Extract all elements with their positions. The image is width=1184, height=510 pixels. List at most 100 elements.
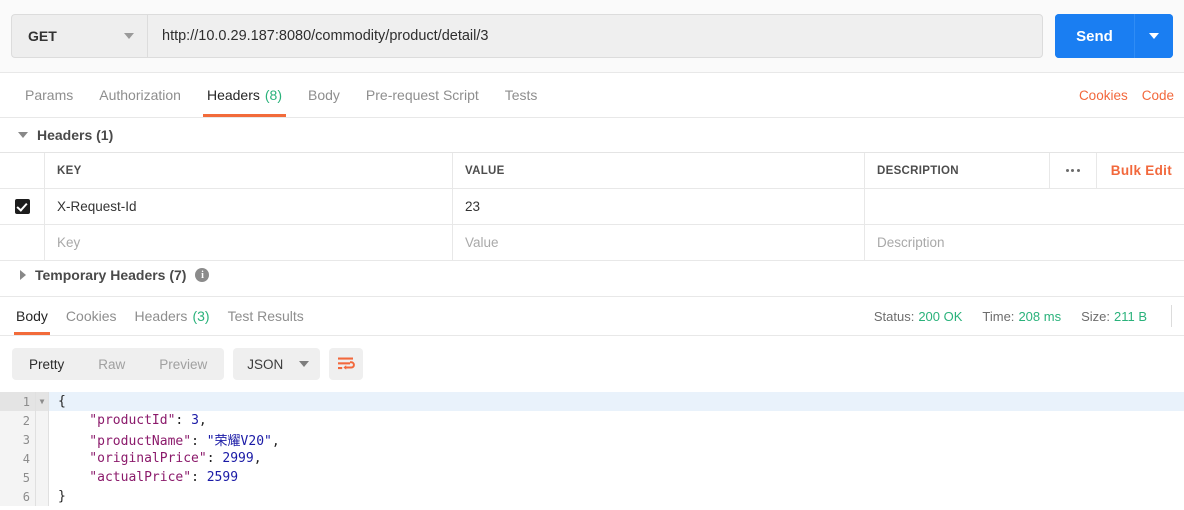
new-key-input[interactable]: Key xyxy=(45,225,453,260)
chevron-down-icon xyxy=(124,33,134,39)
new-value-input[interactable]: Value xyxy=(453,225,865,260)
view-mode-raw[interactable]: Raw xyxy=(81,348,142,380)
triangle-down-icon xyxy=(18,132,28,138)
code-link[interactable]: Code xyxy=(1142,88,1174,103)
tab-body[interactable]: Body xyxy=(295,73,353,117)
tab-tests[interactable]: Tests xyxy=(492,73,551,117)
request-url-value: http://10.0.29.187:8080/commodity/produc… xyxy=(162,28,489,44)
response-tab-test-results[interactable]: Test Results xyxy=(219,297,313,335)
fold-toggle-icon[interactable]: ▼ xyxy=(36,392,49,411)
row-value-input[interactable]: 23 xyxy=(453,189,865,224)
tab-label: Test Results xyxy=(227,308,304,324)
response-tab-bar: Body Cookies Headers (3) Test Results St… xyxy=(0,296,1184,336)
response-tab-cookies[interactable]: Cookies xyxy=(57,297,126,335)
fold-spacer xyxy=(36,468,49,487)
temporary-headers-title: Temporary Headers (7) xyxy=(35,267,187,283)
info-icon[interactable]: i xyxy=(195,268,210,282)
line-number: 2 xyxy=(0,411,36,430)
code-token: , xyxy=(253,451,262,466)
fold-spacer xyxy=(36,449,49,468)
view-mode-preview[interactable]: Preview xyxy=(142,348,224,380)
status-value: 200 OK xyxy=(918,308,963,324)
new-description-input[interactable]: Description xyxy=(865,225,1184,260)
send-button-group: Send xyxy=(1055,14,1173,58)
fold-spacer xyxy=(36,430,49,449)
response-tab-list: Body Cookies Headers (3) Test Results xyxy=(0,297,313,335)
line-number: 6 xyxy=(0,487,36,506)
tab-label: Headers xyxy=(206,87,260,103)
code-token: "actualPrice" xyxy=(58,470,192,485)
code-token: "productId" xyxy=(58,413,176,428)
tab-headers[interactable]: Headers (8) xyxy=(194,73,295,117)
column-header-key: KEY xyxy=(45,153,453,188)
fold-spacer xyxy=(36,411,49,430)
tab-label: Params xyxy=(25,87,74,103)
table-row-empty: Key Value Description xyxy=(0,225,1184,261)
response-tab-headers[interactable]: Headers (3) xyxy=(126,297,219,335)
line-number: 4 xyxy=(0,449,36,468)
column-header-description: DESCRIPTION xyxy=(877,164,959,177)
code-token: 2599 xyxy=(206,470,239,485)
postman-request-response-view: GET http://10.0.29.187:8080/commodity/pr… xyxy=(0,0,1184,510)
request-url-input[interactable]: http://10.0.29.187:8080/commodity/produc… xyxy=(147,14,1043,58)
code-line-text: "productName": "荣耀V20", xyxy=(49,430,280,449)
send-options-button[interactable] xyxy=(1135,14,1173,58)
cookies-link[interactable]: Cookies xyxy=(1079,88,1128,103)
tab-count: (3) xyxy=(192,308,210,324)
code-line: 5 "actualPrice": 2599 xyxy=(0,468,1184,487)
temporary-headers-section-toggle[interactable]: Temporary Headers (7) i xyxy=(0,258,1184,292)
response-body-toolbar: Pretty Raw Preview JSON xyxy=(0,337,1184,391)
row-description-input[interactable] xyxy=(865,189,1184,224)
http-method-label: GET xyxy=(28,28,57,44)
tab-label: Body xyxy=(308,87,340,103)
view-mode-pretty[interactable]: Pretty xyxy=(12,348,81,380)
code-line-text: "productId": 3, xyxy=(49,413,206,428)
tab-label: Authorization xyxy=(99,87,181,103)
code-token: : xyxy=(206,451,223,466)
line-number: 5 xyxy=(0,468,36,487)
tab-params[interactable]: Params xyxy=(12,73,86,117)
request-url-bar: GET http://10.0.29.187:8080/commodity/pr… xyxy=(0,0,1184,73)
row-key-input[interactable]: X-Request-Id xyxy=(45,189,453,224)
code-token: 2999 xyxy=(222,451,254,466)
size-value: 211 B xyxy=(1113,308,1147,324)
ellipsis-icon[interactable] xyxy=(1048,153,1096,188)
code-token: , xyxy=(271,434,280,449)
code-token: "荣耀V20" xyxy=(206,434,272,449)
line-number: 3 xyxy=(0,430,36,449)
request-tab-bar: Params Authorization Headers (8) Body Pr… xyxy=(0,73,1184,118)
text-wrap-icon xyxy=(338,357,356,370)
tab-label: Pre-request Script xyxy=(365,87,479,103)
response-body-code[interactable]: 1 ▼{2 "productId": 3, 3 "productName": "荣耀… xyxy=(0,391,1184,510)
header-check-column xyxy=(0,153,45,188)
code-token: "productName" xyxy=(58,434,192,449)
headers-table: KEY VALUE DESCRIPTION Bulk Edit X-Reques… xyxy=(0,152,1184,261)
code-token: : xyxy=(191,434,207,449)
line-number: 1 xyxy=(0,392,36,411)
row-checkbox-cell-empty xyxy=(0,225,45,260)
bulk-edit-button[interactable]: Bulk Edit xyxy=(1095,153,1184,188)
code-token: "originalPrice" xyxy=(58,451,207,466)
request-tab-actions: Cookies Code xyxy=(1079,73,1184,117)
send-button[interactable]: Send xyxy=(1055,14,1135,58)
time-label: Time: xyxy=(982,308,1015,324)
view-mode-group: Pretty Raw Preview xyxy=(12,348,225,380)
tab-label: Tests xyxy=(504,87,538,103)
tab-pre-request-script[interactable]: Pre-request Script xyxy=(353,73,492,117)
headers-section-title: Headers (1) xyxy=(37,127,114,143)
time-badge: Time: 208 ms xyxy=(982,309,1061,324)
code-line-text: "originalPrice": 2999, xyxy=(49,451,262,466)
http-method-select[interactable]: GET xyxy=(11,14,147,58)
tab-authorization[interactable]: Authorization xyxy=(86,73,194,117)
request-tab-list: Params Authorization Headers (8) Body Pr… xyxy=(0,73,550,117)
row-checkbox[interactable] xyxy=(14,199,30,214)
headers-section-toggle[interactable]: Headers (1) xyxy=(0,118,1184,152)
code-token: 3 xyxy=(191,413,199,428)
chevron-down-icon xyxy=(1149,33,1159,39)
response-tab-body[interactable]: Body xyxy=(7,297,57,335)
text-wrap-toggle[interactable] xyxy=(329,348,364,380)
response-format-label: JSON xyxy=(247,356,284,372)
response-format-select[interactable]: JSON xyxy=(233,348,321,380)
code-line: 4 "originalPrice": 2999, xyxy=(0,449,1184,468)
status-badge: Status: 200 OK xyxy=(874,309,963,324)
